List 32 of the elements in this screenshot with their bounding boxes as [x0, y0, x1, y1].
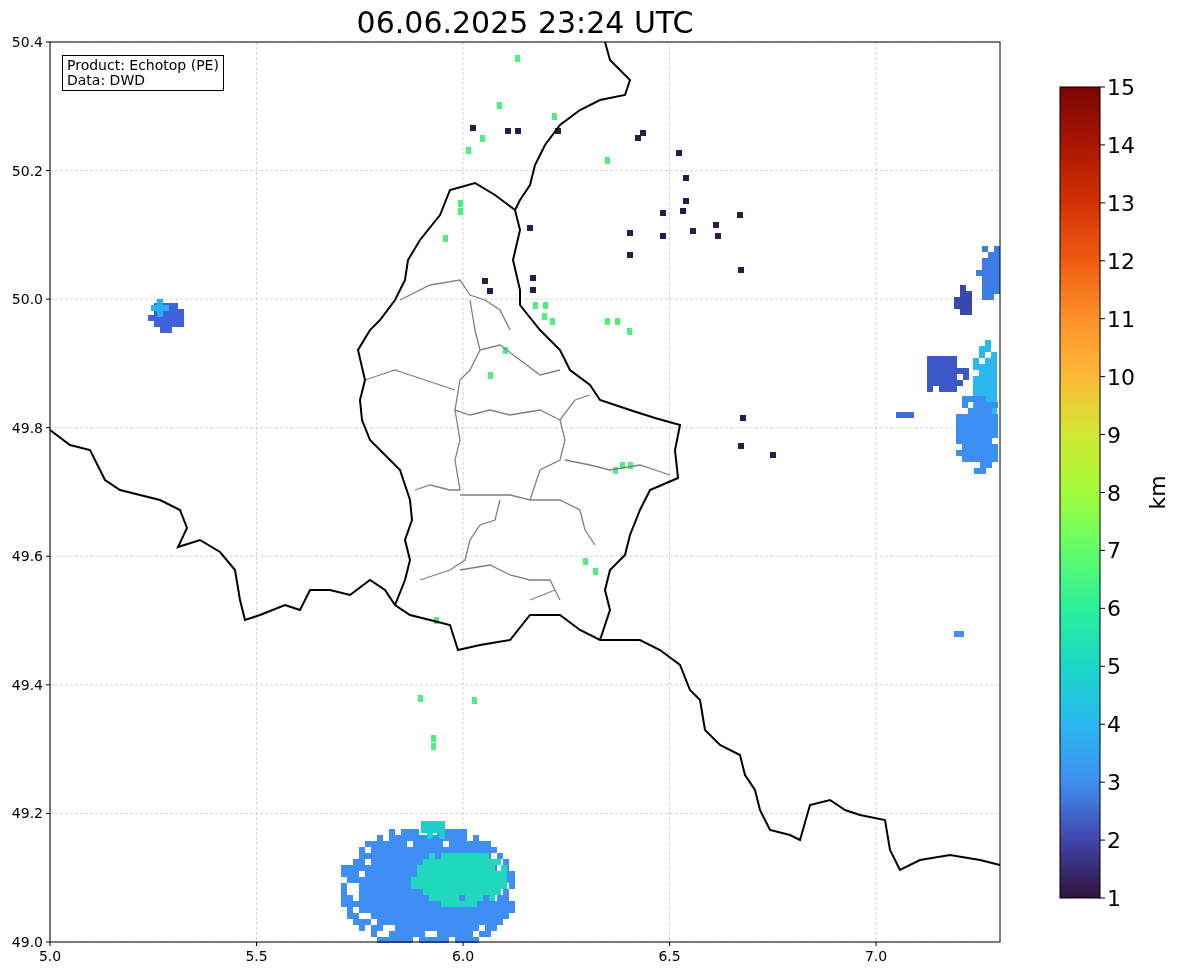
- y-tick-label: 49.2: [11, 805, 43, 822]
- colorbar-tick-label: 3: [1107, 770, 1121, 796]
- colorbar-tick-label: 10: [1107, 364, 1135, 390]
- x-tick-label: 6.0: [451, 948, 475, 964]
- colorbar-label: km: [1145, 475, 1170, 510]
- colorbar-tick-label: 6: [1107, 596, 1121, 622]
- colorbar-tick-label: 11: [1107, 306, 1135, 332]
- y-tick-label: 50.2: [11, 162, 43, 179]
- colorbar-tick-label: 8: [1107, 480, 1121, 506]
- y-tick-label: 50.0: [11, 291, 43, 308]
- x-tick-label: 5.5: [245, 948, 268, 964]
- y-tick-label: 49.0: [11, 934, 43, 950]
- colorbar-tick-label: 14: [1107, 132, 1135, 158]
- y-tick-label: 49.6: [11, 548, 43, 565]
- colorbar-tick-label: 5: [1107, 654, 1121, 680]
- y-tick-label: 49.4: [11, 676, 43, 693]
- colorbar-tick-label: 7: [1107, 538, 1121, 564]
- x-tick-label: 7.0: [864, 948, 888, 964]
- map-title: 06.06.2025 23:24 UTC: [355, 4, 695, 34]
- info-text: Product: Echotop (PE): [67, 58, 219, 73]
- x-tick-label: 5.0: [38, 948, 62, 964]
- colorbar-tick-label: 13: [1107, 190, 1135, 216]
- colorbar-tick-label: 2: [1107, 828, 1121, 854]
- colorbar-tick-label: 4: [1107, 712, 1121, 738]
- colorbar-tick-label: 1: [1107, 886, 1121, 911]
- info-text: Data: DWD: [67, 73, 145, 88]
- x-tick-label: 6.5: [658, 948, 681, 964]
- colorbar-tick-label: 15: [1107, 75, 1135, 100]
- y-tick-label: 49.8: [11, 419, 43, 436]
- y-tick-label: 50.4: [11, 34, 43, 50]
- colorbar-tick-label: 9: [1107, 422, 1121, 448]
- colorbar-tick-label: 12: [1107, 248, 1135, 274]
